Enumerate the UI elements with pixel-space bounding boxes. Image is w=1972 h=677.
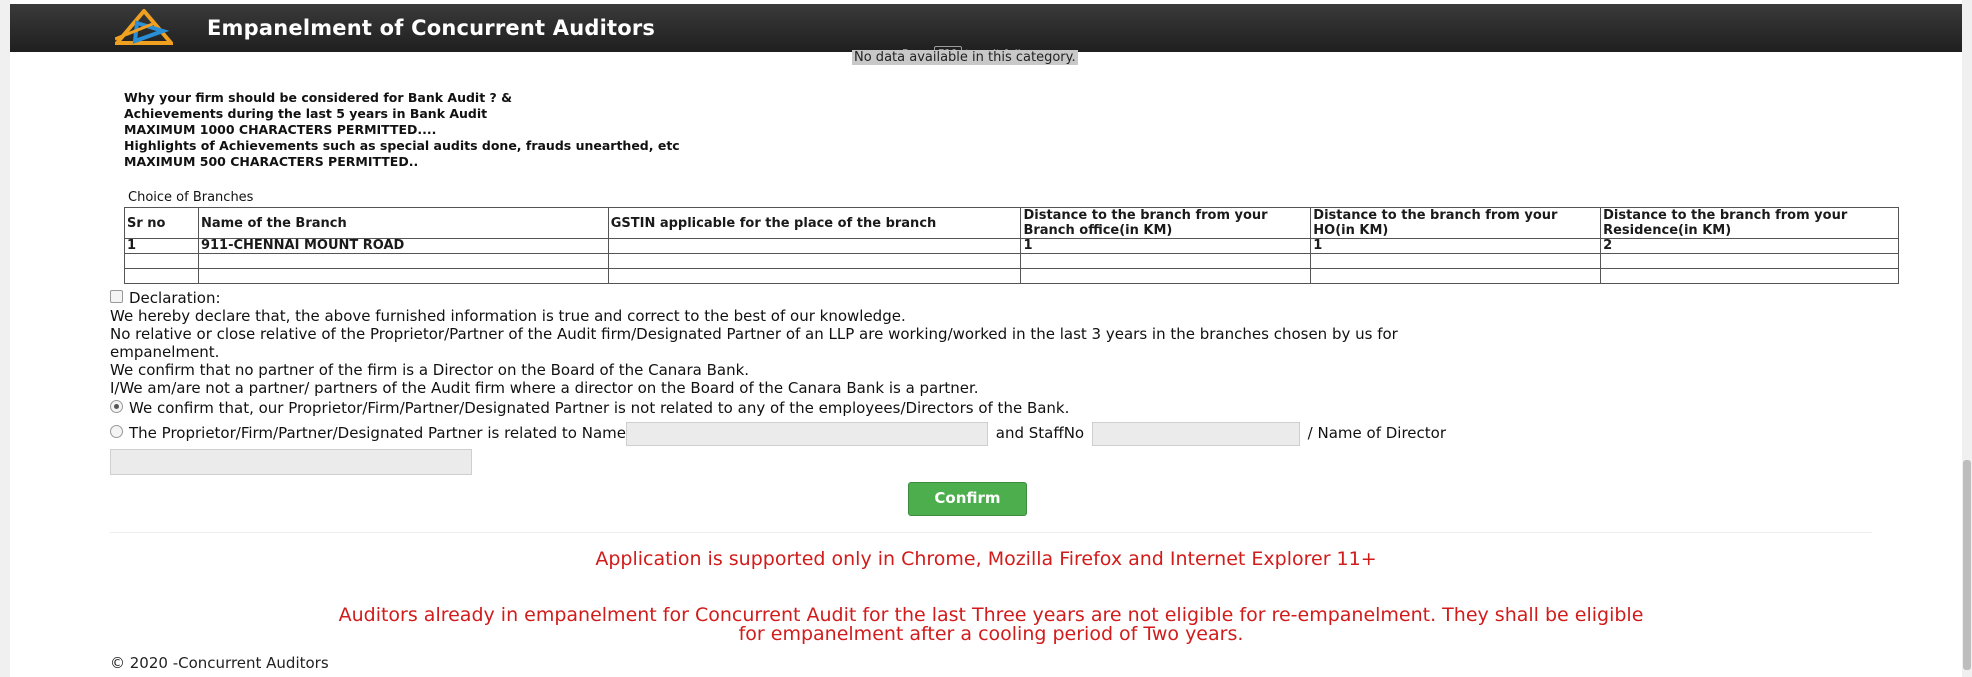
col-header-gstin: GSTIN applicable for the place of the br… — [607, 207, 1022, 239]
option-related-row[interactable]: The Proprietor/Firm/Partner/Designated P… — [110, 420, 1446, 446]
related-radio[interactable] — [110, 425, 123, 438]
table-cell: 1 — [1020, 238, 1312, 254]
table-cell — [1310, 253, 1602, 269]
confirm-button[interactable]: Confirm — [908, 482, 1027, 516]
declaration-statement: We confirm that no partner of the firm i… — [110, 361, 750, 379]
table-cell — [197, 268, 609, 284]
related-name-input[interactable] — [626, 421, 988, 446]
col-header-sr-no: Sr no — [124, 207, 199, 239]
no-data-message: No data available in this category. — [852, 50, 1078, 65]
table-row — [124, 268, 1899, 284]
brand-logo-icon[interactable] — [115, 9, 173, 49]
branches-table: Sr no Name of the Branch GSTIN applicabl… — [124, 207, 1899, 284]
declaration-checkbox-row[interactable]: Declaration: — [110, 289, 1446, 307]
table-cell — [124, 268, 199, 284]
intro-line: MAXIMUM 1000 CHARACTERS PERMITTED.... — [124, 122, 437, 137]
related-label: The Proprietor/Firm/Partner/Designated P… — [129, 424, 626, 442]
col-header-distance-residence: Distance to the branch from your Residen… — [1600, 207, 1899, 239]
table-cell — [197, 253, 609, 269]
staffno-input[interactable] — [1091, 421, 1300, 446]
not-related-label: We confirm that, our Proprietor/Firm/Par… — [129, 399, 1070, 417]
table-row — [124, 253, 1899, 269]
scrollbar-track[interactable] — [1962, 0, 1972, 677]
choice-of-branches-label: Choice of Branches — [128, 190, 254, 205]
director-name-input[interactable] — [110, 449, 472, 475]
footer-copyright: © 2020 -Concurrent Auditors — [110, 654, 329, 672]
table-cell: 1 — [1310, 238, 1602, 254]
declaration-section: Declaration: We hereby declare that, the… — [110, 289, 1446, 475]
staffno-label: and StaffNo — [995, 424, 1085, 442]
director-label: / Name of Director — [1307, 424, 1446, 442]
table-cell — [1020, 268, 1312, 284]
divider — [110, 532, 1872, 533]
declaration-statement: empanelment. — [110, 343, 220, 361]
table-cell: 1 — [124, 238, 199, 254]
declaration-checkbox[interactable] — [110, 290, 123, 303]
app-header: Empanelment of Concurrent Auditors Press… — [10, 4, 1962, 61]
table-cell: 911-CHENNAI MOUNT ROAD — [197, 238, 609, 254]
window-left-edge — [0, 0, 10, 677]
table-header-row: Sr no Name of the Branch GSTIN applicabl… — [124, 207, 1899, 239]
table-cell — [1020, 253, 1312, 269]
table-cell — [124, 253, 199, 269]
declaration-statement: I/We am/are not a partner/ partners of t… — [110, 379, 979, 397]
col-header-distance-branch-office: Distance to the branch from your Branch … — [1020, 207, 1312, 239]
table-cell — [1600, 268, 1899, 284]
table-cell — [1600, 253, 1899, 269]
option-not-related-row[interactable]: We confirm that, our Proprietor/Firm/Par… — [110, 399, 1446, 417]
table-cell — [607, 238, 1022, 254]
table-row: 1 911-CHENNAI MOUNT ROAD 1 1 2 — [124, 238, 1899, 254]
table-cell — [1310, 268, 1602, 284]
browser-support-notice: Application is supported only in Chrome,… — [595, 548, 1377, 570]
intro-instructions: Why your firm should be considered for B… — [124, 90, 680, 170]
intro-line: Achievements during the last 5 years in … — [124, 106, 488, 121]
eligibility-notice: Auditors already in empanelment for Conc… — [110, 606, 1872, 644]
intro-line: Why your firm should be considered for B… — [124, 90, 513, 105]
col-header-distance-ho: Distance to the branch from your HO(in K… — [1310, 207, 1602, 239]
eligibility-notice-line: for empanelment after a cooling period o… — [738, 623, 1244, 645]
not-related-radio[interactable] — [110, 400, 123, 413]
table-cell — [607, 268, 1022, 284]
table-cell: 2 — [1600, 238, 1899, 254]
declaration-label: Declaration: — [129, 289, 221, 307]
app-title: Empanelment of Concurrent Auditors — [207, 16, 656, 40]
intro-line: Highlights of Achievements such as speci… — [124, 138, 680, 153]
intro-line: MAXIMUM 500 CHARACTERS PERMITTED.. — [124, 154, 419, 169]
col-header-branch-name: Name of the Branch — [197, 207, 609, 239]
table-cell — [607, 253, 1022, 269]
declaration-statement: We hereby declare that, the above furnis… — [110, 307, 906, 325]
declaration-statement: No relative or close relative of the Pro… — [110, 325, 1398, 343]
